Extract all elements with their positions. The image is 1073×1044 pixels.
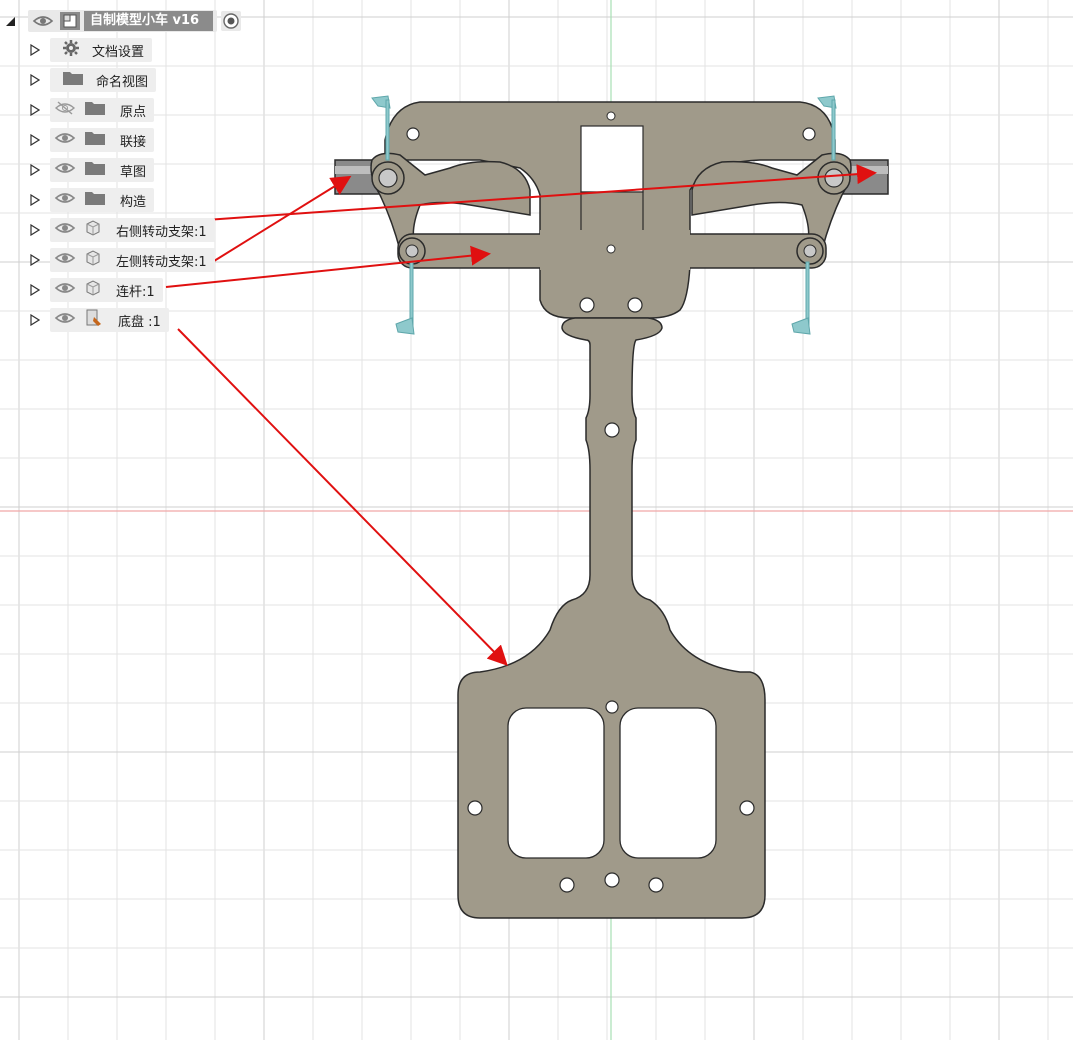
- browser-node-pill[interactable]: 文档设置: [50, 38, 153, 62]
- browser-node-label[interactable]: 原点: [120, 101, 146, 120]
- hole: [559, 877, 575, 893]
- hole: [467, 800, 483, 816]
- eye-icon[interactable]: [54, 281, 76, 299]
- browser-node[interactable]: 草图: [30, 158, 155, 182]
- browser-node[interactable]: 文档设置: [30, 38, 153, 62]
- eye-icon[interactable]: [54, 311, 76, 329]
- folder-icon: [84, 130, 106, 150]
- browser-node-pill[interactable]: 命名视图: [50, 68, 157, 92]
- expand-triangle-icon[interactable]: [30, 134, 40, 146]
- expand-triangle-icon[interactable]: [30, 104, 40, 116]
- chassis[interactable]: [457, 317, 766, 919]
- folder-icon: [84, 100, 106, 120]
- folder-icon: [84, 190, 106, 210]
- left-lower-pivot-pin: [405, 244, 419, 258]
- browser-node[interactable]: 右侧转动支架:1: [30, 218, 215, 242]
- browser-node[interactable]: 构造: [30, 188, 155, 212]
- browser-root-row[interactable]: 自制模型小车 v16: [6, 8, 242, 34]
- expand-triangle-icon[interactable]: [30, 314, 40, 326]
- hole: [579, 297, 595, 313]
- browser-node-pill[interactable]: 右侧转动支架:1: [50, 218, 215, 242]
- browser-node-pill[interactable]: 连杆:1: [50, 278, 163, 302]
- right-lower-pivot-pin: [803, 244, 817, 258]
- hole: [627, 297, 643, 313]
- browser-node-pill[interactable]: 联接: [50, 128, 155, 152]
- body-icon: [84, 279, 102, 301]
- folder-icon: [84, 160, 106, 180]
- browser-node-label[interactable]: 底盘 :1: [118, 311, 161, 330]
- browser-node-pill[interactable]: 草图: [50, 158, 155, 182]
- expand-triangle-icon[interactable]: [30, 74, 40, 86]
- folder-icon: [62, 70, 84, 90]
- browser-node[interactable]: 底盘 :1: [30, 308, 169, 332]
- browser-node[interactable]: 联接: [30, 128, 155, 152]
- browser-node-label[interactable]: 草图: [120, 161, 146, 180]
- expand-triangle-icon[interactable]: [30, 164, 40, 176]
- hole: [604, 872, 620, 888]
- eye-icon[interactable]: [54, 191, 76, 209]
- left-upper-pivot-pin: [378, 168, 398, 188]
- arrow-chassis: [177, 328, 508, 666]
- gear-icon: [62, 39, 80, 61]
- body-icon: [84, 249, 102, 271]
- expand-triangle-icon[interactable]: [30, 254, 40, 266]
- browser-node-label[interactable]: 命名视图: [96, 71, 148, 90]
- component-icon: [60, 12, 80, 30]
- hole: [648, 877, 664, 893]
- browser-node-pill[interactable]: 左侧转动支架:1: [50, 248, 215, 272]
- hole: [606, 111, 616, 121]
- browser-node-pill[interactable]: 构造: [50, 188, 155, 212]
- browser-node[interactable]: 左侧转动支架:1: [30, 248, 215, 272]
- browser-node[interactable]: 原点: [30, 98, 155, 122]
- browser-node-pill[interactable]: 底盘 :1: [50, 308, 169, 332]
- expand-triangle-icon[interactable]: [30, 224, 40, 236]
- hole: [802, 127, 816, 141]
- component-edit-icon: [84, 308, 104, 332]
- top-window: [580, 125, 644, 193]
- expand-triangle-icon[interactable]: [30, 284, 40, 296]
- hole: [606, 244, 616, 254]
- eye-icon[interactable]: [54, 251, 76, 269]
- top-slot: [580, 191, 644, 237]
- browser-panel: 自制模型小车 v16 文档设置命名视图原点联接草图构造右侧转动支架:1 左侧转动支…: [0, 0, 380, 340]
- collapse-triangle-icon[interactable]: [6, 16, 16, 26]
- hole: [739, 800, 755, 816]
- browser-node-label[interactable]: 左侧转动支架:1: [116, 251, 207, 270]
- right-upper-pivot-pin: [824, 168, 844, 188]
- eye-icon[interactable]: [54, 131, 76, 149]
- body-icon: [84, 219, 102, 241]
- browser-node-label[interactable]: 右侧转动支架:1: [116, 221, 207, 240]
- eye-icon[interactable]: [54, 221, 76, 239]
- browser-node-label[interactable]: 联接: [120, 131, 146, 150]
- hole: [604, 422, 620, 438]
- eye-hidden-icon[interactable]: [54, 101, 76, 119]
- browser-node[interactable]: 命名视图: [30, 68, 157, 92]
- eye-icon[interactable]: [32, 14, 54, 28]
- browser-node-pill[interactable]: 原点: [50, 98, 155, 122]
- eye-icon[interactable]: [54, 161, 76, 179]
- document-title[interactable]: 自制模型小车 v16: [84, 11, 214, 31]
- chassis-window-right: [619, 707, 717, 859]
- chassis-window-left: [507, 707, 605, 859]
- expand-triangle-icon[interactable]: [30, 44, 40, 56]
- hole: [605, 700, 619, 714]
- expand-triangle-icon[interactable]: [30, 194, 40, 206]
- browser-node-label[interactable]: 连杆:1: [116, 281, 155, 300]
- hole: [406, 127, 420, 141]
- browser-node-label[interactable]: 文档设置: [92, 41, 144, 60]
- browser-node-label[interactable]: 构造: [120, 191, 146, 210]
- radio-icon[interactable]: [221, 11, 242, 31]
- browser-node[interactable]: 连杆:1: [30, 278, 163, 302]
- root-pill[interactable]: 自制模型小车 v16: [28, 10, 218, 32]
